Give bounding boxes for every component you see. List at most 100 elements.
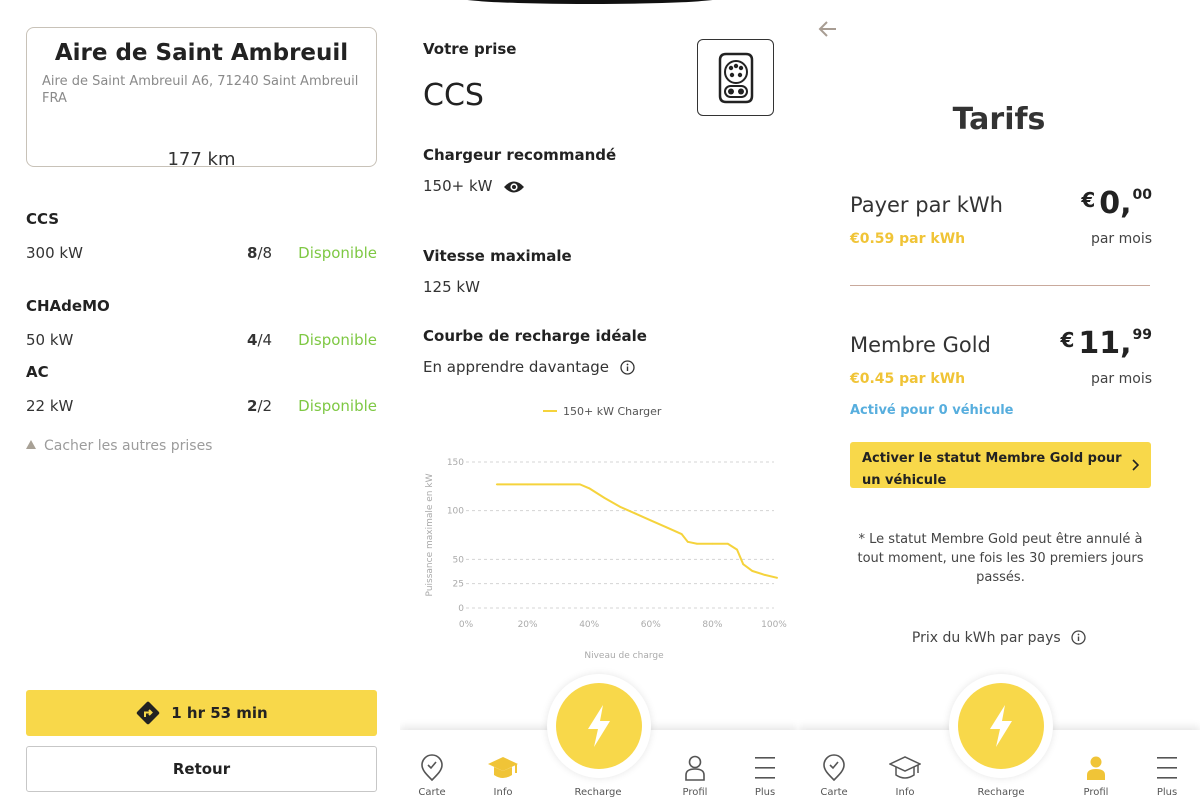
x-tick-label: 80% — [702, 620, 722, 630]
data-point — [763, 574, 766, 576]
data-point — [680, 533, 683, 535]
back-button[interactable]: Retour — [26, 746, 377, 792]
station-address: Aire de Saint Ambreuil A6, 71240 Saint A… — [42, 74, 359, 106]
connector-name-ccs: CCS — [26, 210, 60, 228]
data-point — [711, 542, 714, 545]
graduation-cap-icon — [488, 757, 518, 778]
connector-row-ac: 22 kW 2/2 Disponible — [26, 397, 377, 417]
plan-rate-per-kwh: €0.59 par kWh — [850, 231, 966, 247]
x-tick-label: 0% — [459, 620, 474, 630]
y-axis-label: Puissance maximale en kW — [425, 473, 435, 596]
nav-profil[interactable]: Profil — [1066, 754, 1126, 798]
recharge-button[interactable] — [547, 674, 651, 778]
eye-icon[interactable] — [503, 179, 525, 195]
connector-count: 8/8 — [247, 244, 273, 262]
connector-power: 22 kW — [26, 397, 74, 415]
nav-plus[interactable]: Plus — [735, 754, 795, 798]
triangle-up-icon — [26, 440, 36, 449]
header-shadow — [460, 0, 720, 4]
status-available: Disponible — [298, 244, 377, 262]
plan-price-gold: €11,99 — [1060, 326, 1152, 361]
nav-info[interactable]: Info — [875, 754, 935, 798]
data-point — [579, 483, 581, 486]
hide-other-plugs-link[interactable]: Cacher les autres prises — [26, 438, 212, 454]
nav-info[interactable]: Info — [473, 754, 533, 798]
connector-row-ccs: 300 kW 8/8 Disponible — [26, 244, 377, 264]
connector-row-chademo: 50 kW 4/4 Disponible — [26, 331, 377, 351]
data-point — [634, 512, 637, 515]
data-point — [603, 497, 606, 499]
person-icon — [685, 755, 705, 781]
plan-title-gold: Membre Gold — [850, 333, 991, 357]
tarifs-panel: Tarifs Payer par kWh €0.59 par kWh €0,00… — [798, 0, 1200, 800]
x-axis-label: Niveau de charge — [584, 651, 664, 661]
connector-count: 4/4 — [247, 331, 273, 349]
max-speed-value: 125 kW — [423, 278, 480, 296]
price-per-country-link[interactable]: Prix du kWh par pays — [798, 630, 1200, 646]
plug-value: CCS — [423, 78, 484, 113]
data-point — [726, 542, 729, 545]
gold-note: * Le statut Membre Gold peut être annulé… — [857, 532, 1144, 585]
y-tick-label: 100 — [447, 507, 464, 517]
nav-profil[interactable]: Profil — [665, 754, 725, 798]
lightning-icon — [990, 705, 1012, 747]
plan-period: par mois — [1090, 231, 1152, 247]
connector-power: 300 kW — [26, 244, 83, 262]
chevron-right-icon — [1132, 459, 1139, 471]
recharge-fab — [958, 683, 1044, 769]
page-title: Tarifs — [952, 102, 1046, 137]
graduation-cap-icon — [889, 756, 921, 779]
learn-more-link[interactable]: En apprendre davantage — [423, 358, 635, 376]
info-icon — [1071, 630, 1086, 645]
nav-carte[interactable]: Carte — [804, 754, 864, 798]
series-line — [496, 483, 778, 579]
map-pin-icon — [823, 754, 845, 782]
nav-carte[interactable]: Carte — [402, 754, 462, 798]
connector-name-chademo: CHAdeMO — [26, 297, 110, 315]
map-pin-icon — [421, 754, 443, 782]
ccs-plug-icon — [697, 39, 774, 116]
activate-gold-button[interactable]: Activer le statut Membre Gold pour un vé… — [850, 442, 1151, 488]
menu-icon — [1157, 757, 1177, 779]
charging-curve-chart: 0 25 50 100 150 0% 20% 40% 60% 80% 100% Niveau de c… — [425, 405, 787, 661]
data-point — [665, 526, 668, 529]
data-point — [686, 540, 689, 543]
data-point — [495, 483, 498, 486]
plan-price-per-kwh: €0,00 — [1081, 186, 1152, 221]
person-icon — [1087, 756, 1105, 780]
status-available: Disponible — [298, 331, 377, 349]
route-button[interactable]: 1 hr 53 min — [26, 690, 377, 736]
data-point — [649, 519, 652, 522]
recharge-fab — [556, 683, 642, 769]
x-tick-label: 20% — [518, 620, 538, 630]
divider — [850, 285, 1150, 286]
data-point — [588, 487, 591, 490]
nav-plus[interactable]: Plus — [1137, 754, 1197, 798]
station-name: Aire de Saint Ambreuil — [54, 40, 349, 66]
data-point — [742, 563, 745, 566]
back-arrow-icon[interactable] — [818, 19, 838, 39]
data-point — [526, 483, 529, 486]
menu-icon — [755, 757, 775, 779]
info-panel: Votre prise CCS Chargeur recommandé 150+… — [400, 0, 798, 800]
x-tick-label: 40% — [579, 620, 599, 630]
y-tick-label: 25 — [453, 580, 464, 590]
charging-curve-label: Courbe de recharge idéale — [423, 327, 647, 345]
recommended-charger-value: 150+ kW — [423, 177, 525, 195]
connector-count: 2/2 — [247, 397, 273, 415]
data-point — [619, 505, 621, 508]
x-tick-label: 100% — [761, 620, 787, 630]
station-panel: Aire de Saint Ambreuil Aire de Saint Amb… — [0, 0, 400, 800]
x-tick-label: 60% — [641, 620, 661, 630]
max-speed-label: Vitesse maximale — [423, 247, 572, 265]
y-tick-label: 50 — [453, 555, 465, 565]
y-tick-label: 150 — [447, 458, 464, 468]
connector-power: 50 kW — [26, 331, 74, 349]
recharge-button[interactable] — [949, 674, 1053, 778]
data-point — [736, 548, 738, 551]
station-card[interactable]: Aire de Saint Ambreuil Aire de Saint Amb… — [26, 27, 377, 170]
lightning-icon — [588, 705, 610, 747]
directions-icon — [137, 701, 160, 725]
status-available: Disponible — [298, 397, 377, 415]
plan-period: par mois — [1090, 371, 1152, 387]
